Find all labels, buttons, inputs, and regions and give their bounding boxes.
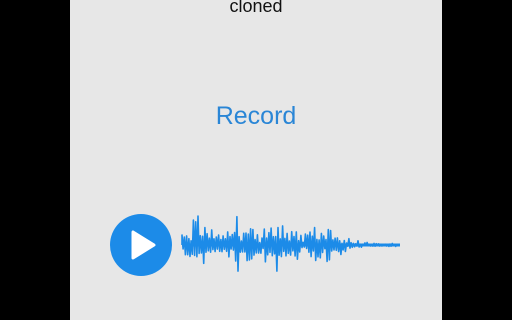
play-icon bbox=[131, 230, 156, 260]
audio-player bbox=[110, 214, 410, 276]
app-screen: cloned Record bbox=[70, 0, 442, 320]
status-label: cloned bbox=[229, 0, 283, 16]
play-button[interactable] bbox=[110, 214, 172, 276]
waveform-icon bbox=[181, 215, 400, 272]
record-button[interactable]: Record bbox=[70, 100, 442, 132]
